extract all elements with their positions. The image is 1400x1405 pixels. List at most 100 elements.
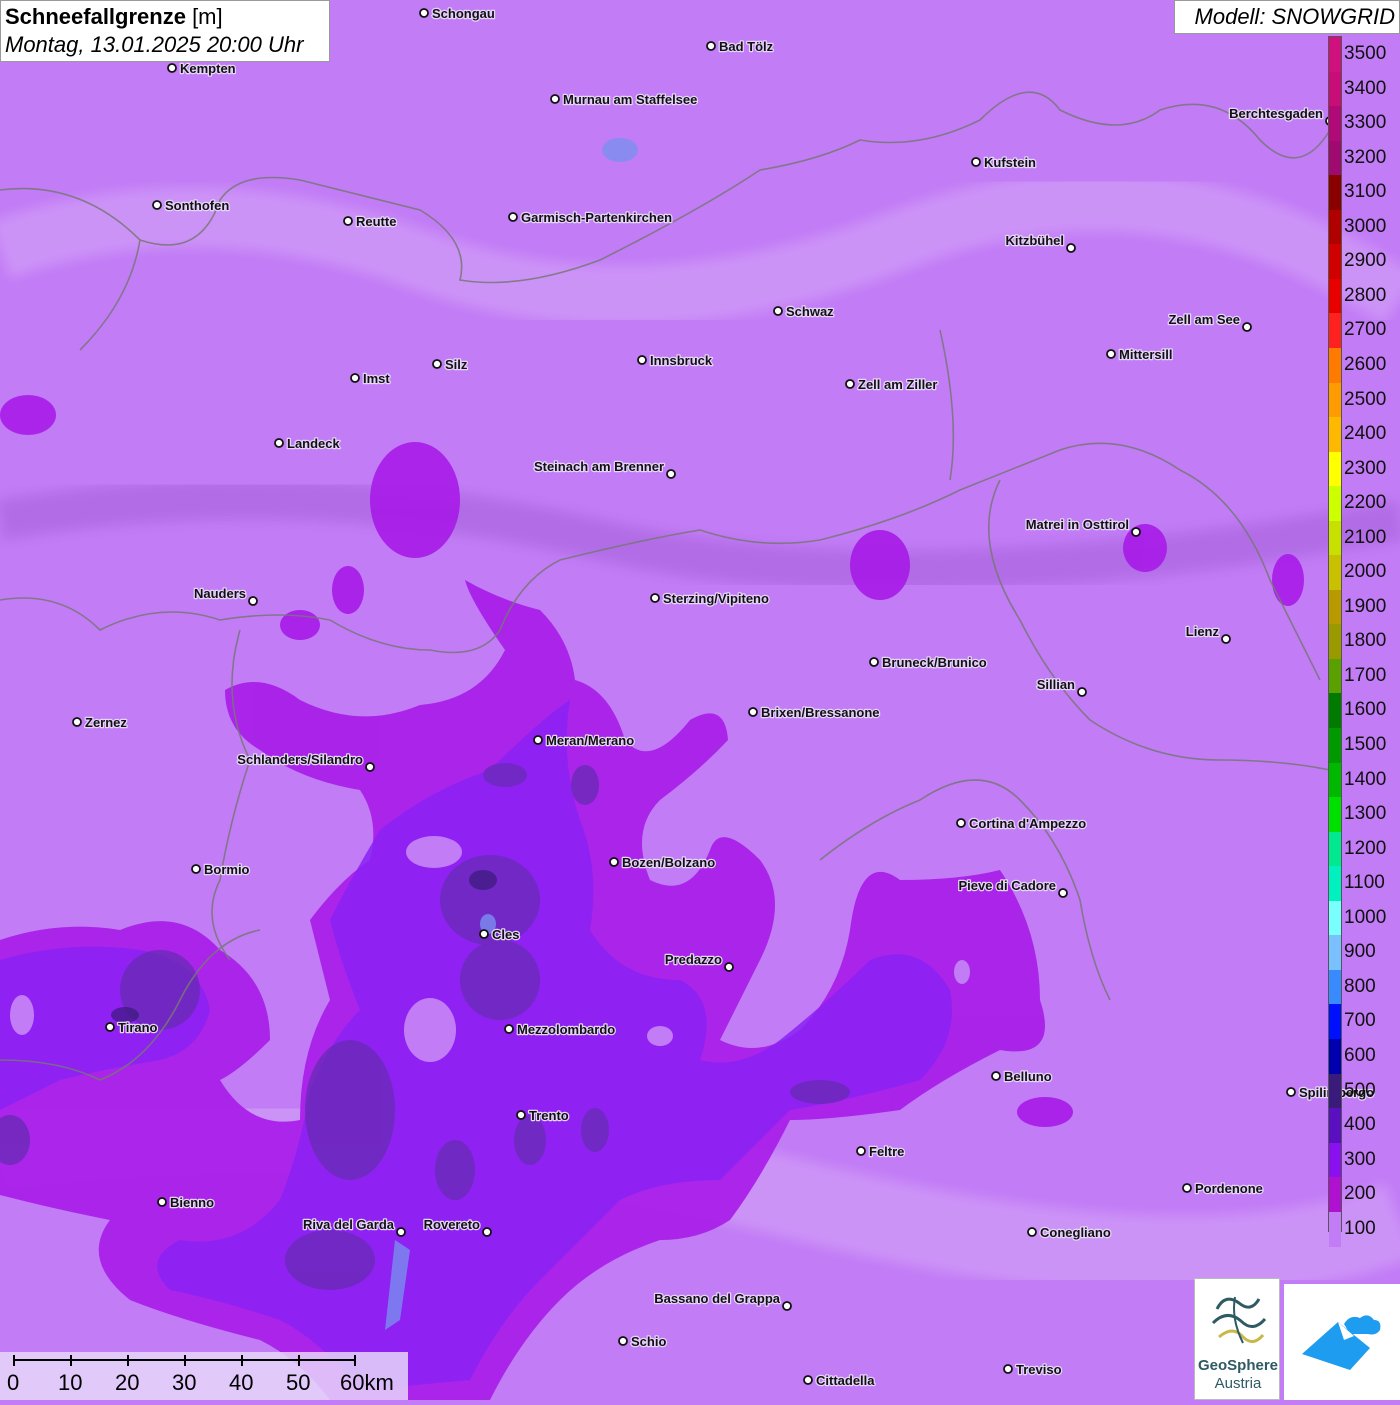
city-dot-nauders[interactable] [248, 596, 258, 606]
legend-label-2100: 2100 [1344, 526, 1387, 548]
city-dot-lienz[interactable] [1221, 634, 1231, 644]
city-dot-schio[interactable] [618, 1336, 628, 1346]
city-dot-spilimbergo[interactable] [1286, 1087, 1296, 1097]
legend-swatch-1200 [1329, 831, 1341, 867]
city-dot-brixen-bressanone[interactable] [748, 707, 758, 717]
city-dot-mittersill[interactable] [1106, 349, 1116, 359]
city-dot-sonthofen[interactable] [152, 200, 162, 210]
city-dot-reutte[interactable] [343, 216, 353, 226]
city-dot-conegliano[interactable] [1027, 1227, 1037, 1237]
city-dot-zernez[interactable] [72, 717, 82, 727]
legend-label-1100: 1100 [1344, 872, 1385, 894]
legend-label-800: 800 [1344, 975, 1376, 997]
legend-swatch-1000 [1329, 900, 1341, 936]
legend-swatch-3200 [1329, 140, 1341, 176]
city-label-imst: Imst [363, 371, 390, 386]
geosphere-logo[interactable]: GeoSphere Austria [1194, 1278, 1280, 1400]
city-label-predazzo: Predazzo [665, 952, 722, 967]
city-dot-belluno[interactable] [991, 1071, 1001, 1081]
legend-label-200: 200 [1344, 1183, 1376, 1205]
city-dot-bienno[interactable] [157, 1197, 167, 1207]
city-dot-bozen-bolzano[interactable] [609, 857, 619, 867]
city-label-schio: Schio [631, 1334, 666, 1349]
legend-swatch-2700 [1329, 313, 1341, 349]
city-dot-treviso[interactable] [1003, 1364, 1013, 1374]
city-label-feltre: Feltre [869, 1144, 904, 1159]
city-dot-murnau-am-staffelsee[interactable] [550, 94, 560, 104]
legend-label-2600: 2600 [1344, 353, 1387, 375]
model-label: Modell: SNOWGRID [1174, 0, 1400, 34]
city-label-sonthofen: Sonthofen [165, 198, 229, 213]
legend-swatch-2200 [1329, 486, 1341, 522]
legend-label-2900: 2900 [1344, 250, 1387, 272]
city-dot-meran-merano[interactable] [533, 735, 543, 745]
city-dot-predazzo[interactable] [724, 962, 734, 972]
snowfall-limit-map[interactable]: Schongau Bad Tölz Kempten Murnau am Staffel… [0, 0, 1400, 1400]
city-dot-kempten[interactable] [167, 63, 177, 73]
city-dot-cortina-d-ampezzo[interactable] [956, 818, 966, 828]
city-dot-tirano[interactable] [105, 1022, 115, 1032]
city-dot-schwaz[interactable] [773, 306, 783, 316]
legend-label-1800: 1800 [1344, 630, 1387, 652]
city-label-silz: Silz [445, 357, 468, 372]
city-dot-landeck[interactable] [274, 438, 284, 448]
city-dot-riva-del-garda[interactable] [396, 1227, 406, 1237]
city-dot-cles[interactable] [479, 929, 489, 939]
city-dot-imst[interactable] [350, 373, 360, 383]
legend-swatch-1700 [1329, 658, 1341, 694]
legend-label-2000: 2000 [1344, 561, 1387, 583]
city-dot-schongau[interactable] [419, 8, 429, 18]
legend-label-1900: 1900 [1344, 595, 1387, 617]
mountain-cloud-icon [1302, 1315, 1381, 1370]
city-dot-sterzing-vipiteno[interactable] [650, 593, 660, 603]
city-label-kitzb-hel: Kitzbühel [1006, 233, 1065, 248]
city-dot-pordenone[interactable] [1182, 1183, 1192, 1193]
city-dot-sillian[interactable] [1077, 687, 1087, 697]
legend-swatch-3400 [1329, 71, 1341, 107]
city-dot-feltre[interactable] [856, 1146, 866, 1156]
city-dot-kufstein[interactable] [971, 157, 981, 167]
city-dot-cittadella[interactable] [803, 1375, 813, 1385]
city-label-mittersill: Mittersill [1119, 347, 1172, 362]
city-label-innsbruck: Innsbruck [650, 353, 713, 368]
city-dot-rovereto[interactable] [482, 1227, 492, 1237]
city-label-reutte: Reutte [356, 214, 396, 229]
city-dot-innsbruck[interactable] [637, 355, 647, 365]
city-dot-silz[interactable] [432, 359, 442, 369]
city-dot-garmisch-partenkirchen[interactable] [508, 212, 518, 222]
city-dot-kitzb-hel[interactable] [1066, 243, 1076, 253]
legend-label-400: 400 [1344, 1114, 1376, 1136]
city-dot-bormio[interactable] [191, 864, 201, 874]
city-dot-bruneck-brunico[interactable] [869, 657, 879, 667]
map-title: Schneefallgrenze [m] [5, 3, 325, 31]
city-dot-schlanders-silandro[interactable] [365, 762, 375, 772]
legend-label-1000: 1000 [1344, 906, 1387, 928]
app-logo[interactable] [1284, 1284, 1400, 1400]
city-dot-mezzolombardo[interactable] [504, 1024, 514, 1034]
city-label-garmisch-partenkirchen: Garmisch-Partenkirchen [521, 210, 672, 225]
city-label-pordenone: Pordenone [1195, 1181, 1263, 1196]
legend-label-2300: 2300 [1344, 457, 1387, 479]
city-dot-matrei-in-osttirol[interactable] [1131, 527, 1141, 537]
city-dot-steinach-am-brenner[interactable] [666, 469, 676, 479]
city-dot-pieve-di-cadore[interactable] [1058, 888, 1068, 898]
scale-label-60km: 60km [340, 1370, 394, 1395]
city-label-schongau: Schongau [432, 6, 495, 21]
city-label-kempten: Kempten [180, 61, 236, 76]
legend-swatch-2100 [1329, 520, 1341, 556]
city-label-treviso: Treviso [1016, 1362, 1062, 1377]
city-dot-bassano-del-grappa[interactable] [782, 1301, 792, 1311]
city-label-mezzolombardo: Mezzolombardo [517, 1022, 615, 1037]
city-dot-zell-am-see[interactable] [1242, 322, 1252, 332]
legend-swatch-3100 [1329, 175, 1341, 211]
legend-swatch-2800 [1329, 278, 1341, 314]
city-label-steinach-am-brenner: Steinach am Brenner [534, 459, 664, 474]
city-dot-zell-am-ziller[interactable] [845, 379, 855, 389]
city-label-sillian: Sillian [1037, 677, 1075, 692]
city-label-riva-del-garda: Riva del Garda [303, 1217, 395, 1232]
legend-label-2700: 2700 [1344, 319, 1387, 341]
city-dot-bad-t-lz[interactable] [706, 41, 716, 51]
title-text: Schneefallgrenze [5, 4, 186, 29]
city-label-kufstein: Kufstein [984, 155, 1036, 170]
city-dot-trento[interactable] [516, 1110, 526, 1120]
